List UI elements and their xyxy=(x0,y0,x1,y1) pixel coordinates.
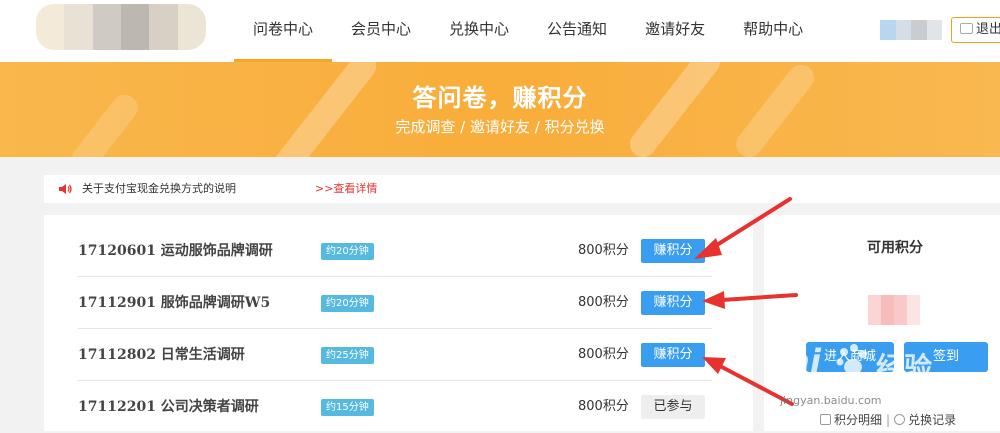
participated-status: 已参与 xyxy=(641,395,705,419)
survey-points: 800积分 xyxy=(578,347,629,362)
survey-points: 800积分 xyxy=(578,399,629,414)
survey-list: 17120601 运动服饰品牌调研 约20分钟 800积分 赚积分 171129… xyxy=(44,215,753,431)
earn-points-button[interactable]: 赚积分 xyxy=(641,343,705,367)
notice-detail-link[interactable]: >>查看详情 xyxy=(315,175,377,203)
logout-icon xyxy=(960,23,973,34)
nav-survey-center[interactable]: 问卷中心 xyxy=(234,0,333,62)
survey-row: 17120601 运动服饰品牌调研 约20分钟 800积分 赚积分 xyxy=(78,225,712,277)
survey-title[interactable]: 17112901 服饰品牌调研W5 xyxy=(78,277,270,329)
watermark-site: jingyan.baidu.com xyxy=(780,394,882,407)
survey-points: 800积分 xyxy=(578,243,629,258)
nav-help-center[interactable]: 帮助中心 xyxy=(724,0,822,62)
survey-row: 17112901 服饰品牌调研W5 约20分钟 800积分 赚积分 xyxy=(78,277,712,329)
survey-row: 17112802 日常生活调研 约25分钟 800积分 赚积分 xyxy=(78,329,712,381)
duration-badge: 约20分钟 xyxy=(321,295,374,312)
logout-label: 退出 xyxy=(976,22,1000,37)
notice-text: 关于支付宝现金兑换方式的说明 xyxy=(82,182,236,195)
main-nav: 问卷中心 会员中心 兑换中心 公告通知 邀请好友 帮助中心 xyxy=(234,0,822,62)
survey-title[interactable]: 17120601 运动服饰品牌调研 xyxy=(78,225,273,277)
nav-announcements[interactable]: 公告通知 xyxy=(528,0,626,62)
paw-icon xyxy=(836,344,867,375)
survey-points: 800积分 xyxy=(578,295,629,310)
duration-badge: 约25分钟 xyxy=(321,347,374,364)
baidu-watermark: Bai 经验 jingyan.baidu.com xyxy=(760,320,1000,431)
banner-subtitle: 完成调查 / 邀请好友 / 积分兑换 xyxy=(395,118,605,136)
survey-title[interactable]: 17112802 日常生活调研 xyxy=(78,329,245,381)
nav-exchange-center[interactable]: 兑换中心 xyxy=(430,0,528,62)
top-header: 问卷中心 会员中心 兑换中心 公告通知 邀请好友 帮助中心 退出 xyxy=(0,0,1000,62)
notice-bar: 关于支付宝现金兑换方式的说明 >>查看详情 xyxy=(44,175,1000,203)
site-logo-blurred[interactable] xyxy=(36,4,206,50)
survey-title[interactable]: 17112201 公司决策者调研 xyxy=(78,381,259,433)
nav-invite-friends[interactable]: 邀请好友 xyxy=(626,0,724,62)
banner-title: 答问卷，赚积分 xyxy=(412,84,588,112)
watermark-brand: Bai xyxy=(764,342,821,380)
logout-button[interactable]: 退出 xyxy=(951,17,1000,43)
duration-badge: 约20分钟 xyxy=(321,243,374,260)
available-points-title: 可用积分 xyxy=(867,240,923,256)
earn-points-button[interactable]: 赚积分 xyxy=(641,291,705,315)
nav-member-center[interactable]: 会员中心 xyxy=(332,0,430,62)
speaker-icon xyxy=(59,184,72,194)
earn-points-button[interactable]: 赚积分 xyxy=(641,239,705,263)
survey-row: 17112201 公司决策者调研 约15分钟 800积分 已参与 xyxy=(78,381,712,433)
duration-badge: 约15分钟 xyxy=(321,399,374,416)
hero-banner: 答问卷，赚积分 完成调查 / 邀请好友 / 积分兑换 xyxy=(0,62,1000,157)
user-avatar-blurred[interactable] xyxy=(880,20,942,40)
watermark-brand-cn: 经验 xyxy=(876,351,933,384)
